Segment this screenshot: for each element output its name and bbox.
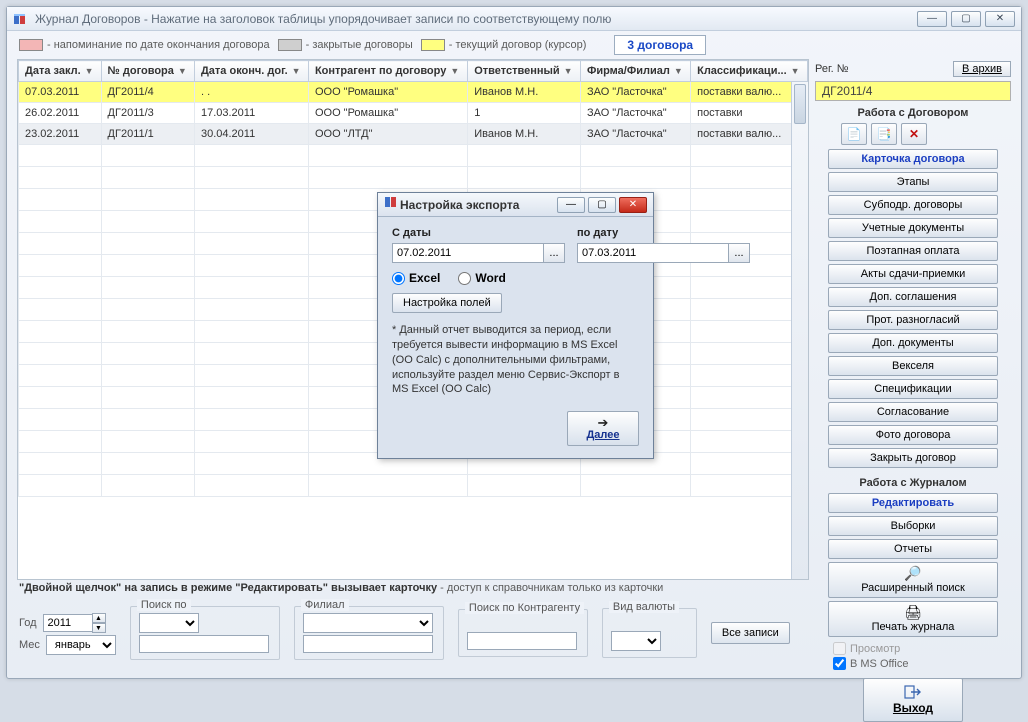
radio-word[interactable]: Word [458,271,505,285]
export-from-date[interactable] [392,243,544,263]
new-doc-icon[interactable]: 📄 [841,123,867,145]
archive-button[interactable]: В архив [953,61,1011,77]
journal-action-button[interactable]: Отчеты [828,539,998,559]
right-panel: Рег. № В архив ДГ2011/4 Работа с Договор… [815,59,1011,664]
printer-icon: 🖨 [831,604,995,621]
branch-select[interactable] [303,613,433,633]
contract-action-button[interactable]: Акты сдачи-приемки [828,264,998,284]
ms-office-checkbox[interactable] [833,657,846,670]
next-button[interactable]: ➔ Далее [567,411,639,446]
copy-doc-icon[interactable]: 📑 [871,123,897,145]
window-title: Журнал Договоров - Нажатие на заголовок … [35,12,917,26]
hint-row: "Двойной щелчок" на запись в режиме "Ред… [17,580,809,596]
column-header[interactable]: Классификаци...▼ [691,61,808,82]
export-from-date-picker[interactable]: ... [543,243,565,263]
bottom-controls: Год ▲▼ Мес январь Поиск по [17,602,809,664]
table-row-empty [19,145,808,167]
search-by-field[interactable] [139,613,199,633]
contract-action-button[interactable]: Прот. разногласий [828,310,998,330]
column-header[interactable]: Ответственный▼ [468,61,581,82]
contract-action-button[interactable]: Карточка договора [828,149,998,169]
contract-action-button[interactable]: Субподр. договоры [828,195,998,215]
extended-search-button[interactable]: 🔎 Расширенный поиск [828,562,998,598]
grid-scrollbar[interactable] [791,82,808,579]
contract-action-button[interactable]: Поэтапная оплата [828,241,998,261]
swatch-closed [278,39,302,51]
swatch-reminder [19,39,43,51]
year-up[interactable]: ▲ [92,613,106,623]
column-header[interactable]: Контрагент по договору▼ [308,61,467,82]
exit-icon [904,685,922,699]
delete-doc-icon[interactable]: ✕ [901,123,927,145]
contract-action-button[interactable]: Векселя [828,356,998,376]
export-to-date[interactable] [577,243,729,263]
legend-bar: - напоминание по дате окончания договора… [7,31,1021,59]
titlebar: Журнал Договоров - Нажатие на заголовок … [7,7,1021,31]
table-row-empty [19,475,808,497]
currency-select[interactable] [611,631,661,651]
export-to-date-picker[interactable]: ... [728,243,750,263]
agent-search[interactable] [467,632,577,650]
journal-action-button[interactable]: Выборки [828,516,998,536]
export-dialog: Настройка экспорта — ▢ ✕ С даты ... по д… [377,192,654,459]
contract-action-button[interactable]: Спецификации [828,379,998,399]
column-header[interactable]: № договора▼ [101,61,194,82]
minimize-button[interactable]: — [917,11,947,27]
radio-excel[interactable]: Excel [392,271,440,285]
year-down[interactable]: ▼ [92,623,106,633]
contract-action-button[interactable]: Доп. соглашения [828,287,998,307]
table-row[interactable]: 23.02.2011ДГ2011/130.04.2011ООО "ЛТД"Ива… [19,124,808,145]
search-icon: 🔎 [831,565,995,582]
dialog-maximize-button[interactable]: ▢ [588,197,616,213]
dialog-close-button[interactable]: ✕ [619,197,647,213]
table-row[interactable]: 26.02.2011ДГ2011/317.03.2011ООО "Ромашка… [19,103,808,124]
contract-action-button[interactable]: Этапы [828,172,998,192]
dialog-minimize-button[interactable]: — [557,197,585,213]
contract-action-button[interactable]: Доп. документы [828,333,998,353]
column-header[interactable]: Фирма/Филиал▼ [580,61,690,82]
search-by-value[interactable] [139,635,269,653]
contract-action-button[interactable]: Согласование [828,402,998,422]
fields-settings-button[interactable]: Настройка полей [392,293,502,313]
contract-action-button[interactable]: Фото договора [828,425,998,445]
regno-value: ДГ2011/4 [815,81,1011,101]
year-input[interactable] [43,614,93,632]
all-records-button[interactable]: Все записи [711,622,790,644]
arrow-right-icon: ➔ [574,416,632,429]
journal-action-button[interactable]: Редактировать [828,493,998,513]
month-select[interactable]: январь [46,635,116,655]
preview-checkbox [833,642,846,655]
table-row[interactable]: 07.03.2011ДГ2011/4. .ООО "Ромашка"Иванов… [19,82,808,103]
app-icon [13,11,29,27]
column-header[interactable]: Дата закл.▼ [19,61,102,82]
contract-count-button[interactable]: 3 договора [614,35,706,55]
dialog-app-icon [384,194,400,215]
table-row-empty [19,167,808,189]
swatch-current [421,39,445,51]
close-button[interactable]: ✕ [985,11,1015,27]
branch-input[interactable] [303,635,433,653]
maximize-button[interactable]: ▢ [951,11,981,27]
column-header[interactable]: Дата оконч. дог.▼ [194,61,308,82]
export-note: * Данный отчет выводится за период, если… [392,323,639,397]
print-journal-button[interactable]: 🖨 Печать журнала [828,601,998,637]
contract-action-button[interactable]: Закрыть договор [828,448,998,468]
contract-action-button[interactable]: Учетные документы [828,218,998,238]
